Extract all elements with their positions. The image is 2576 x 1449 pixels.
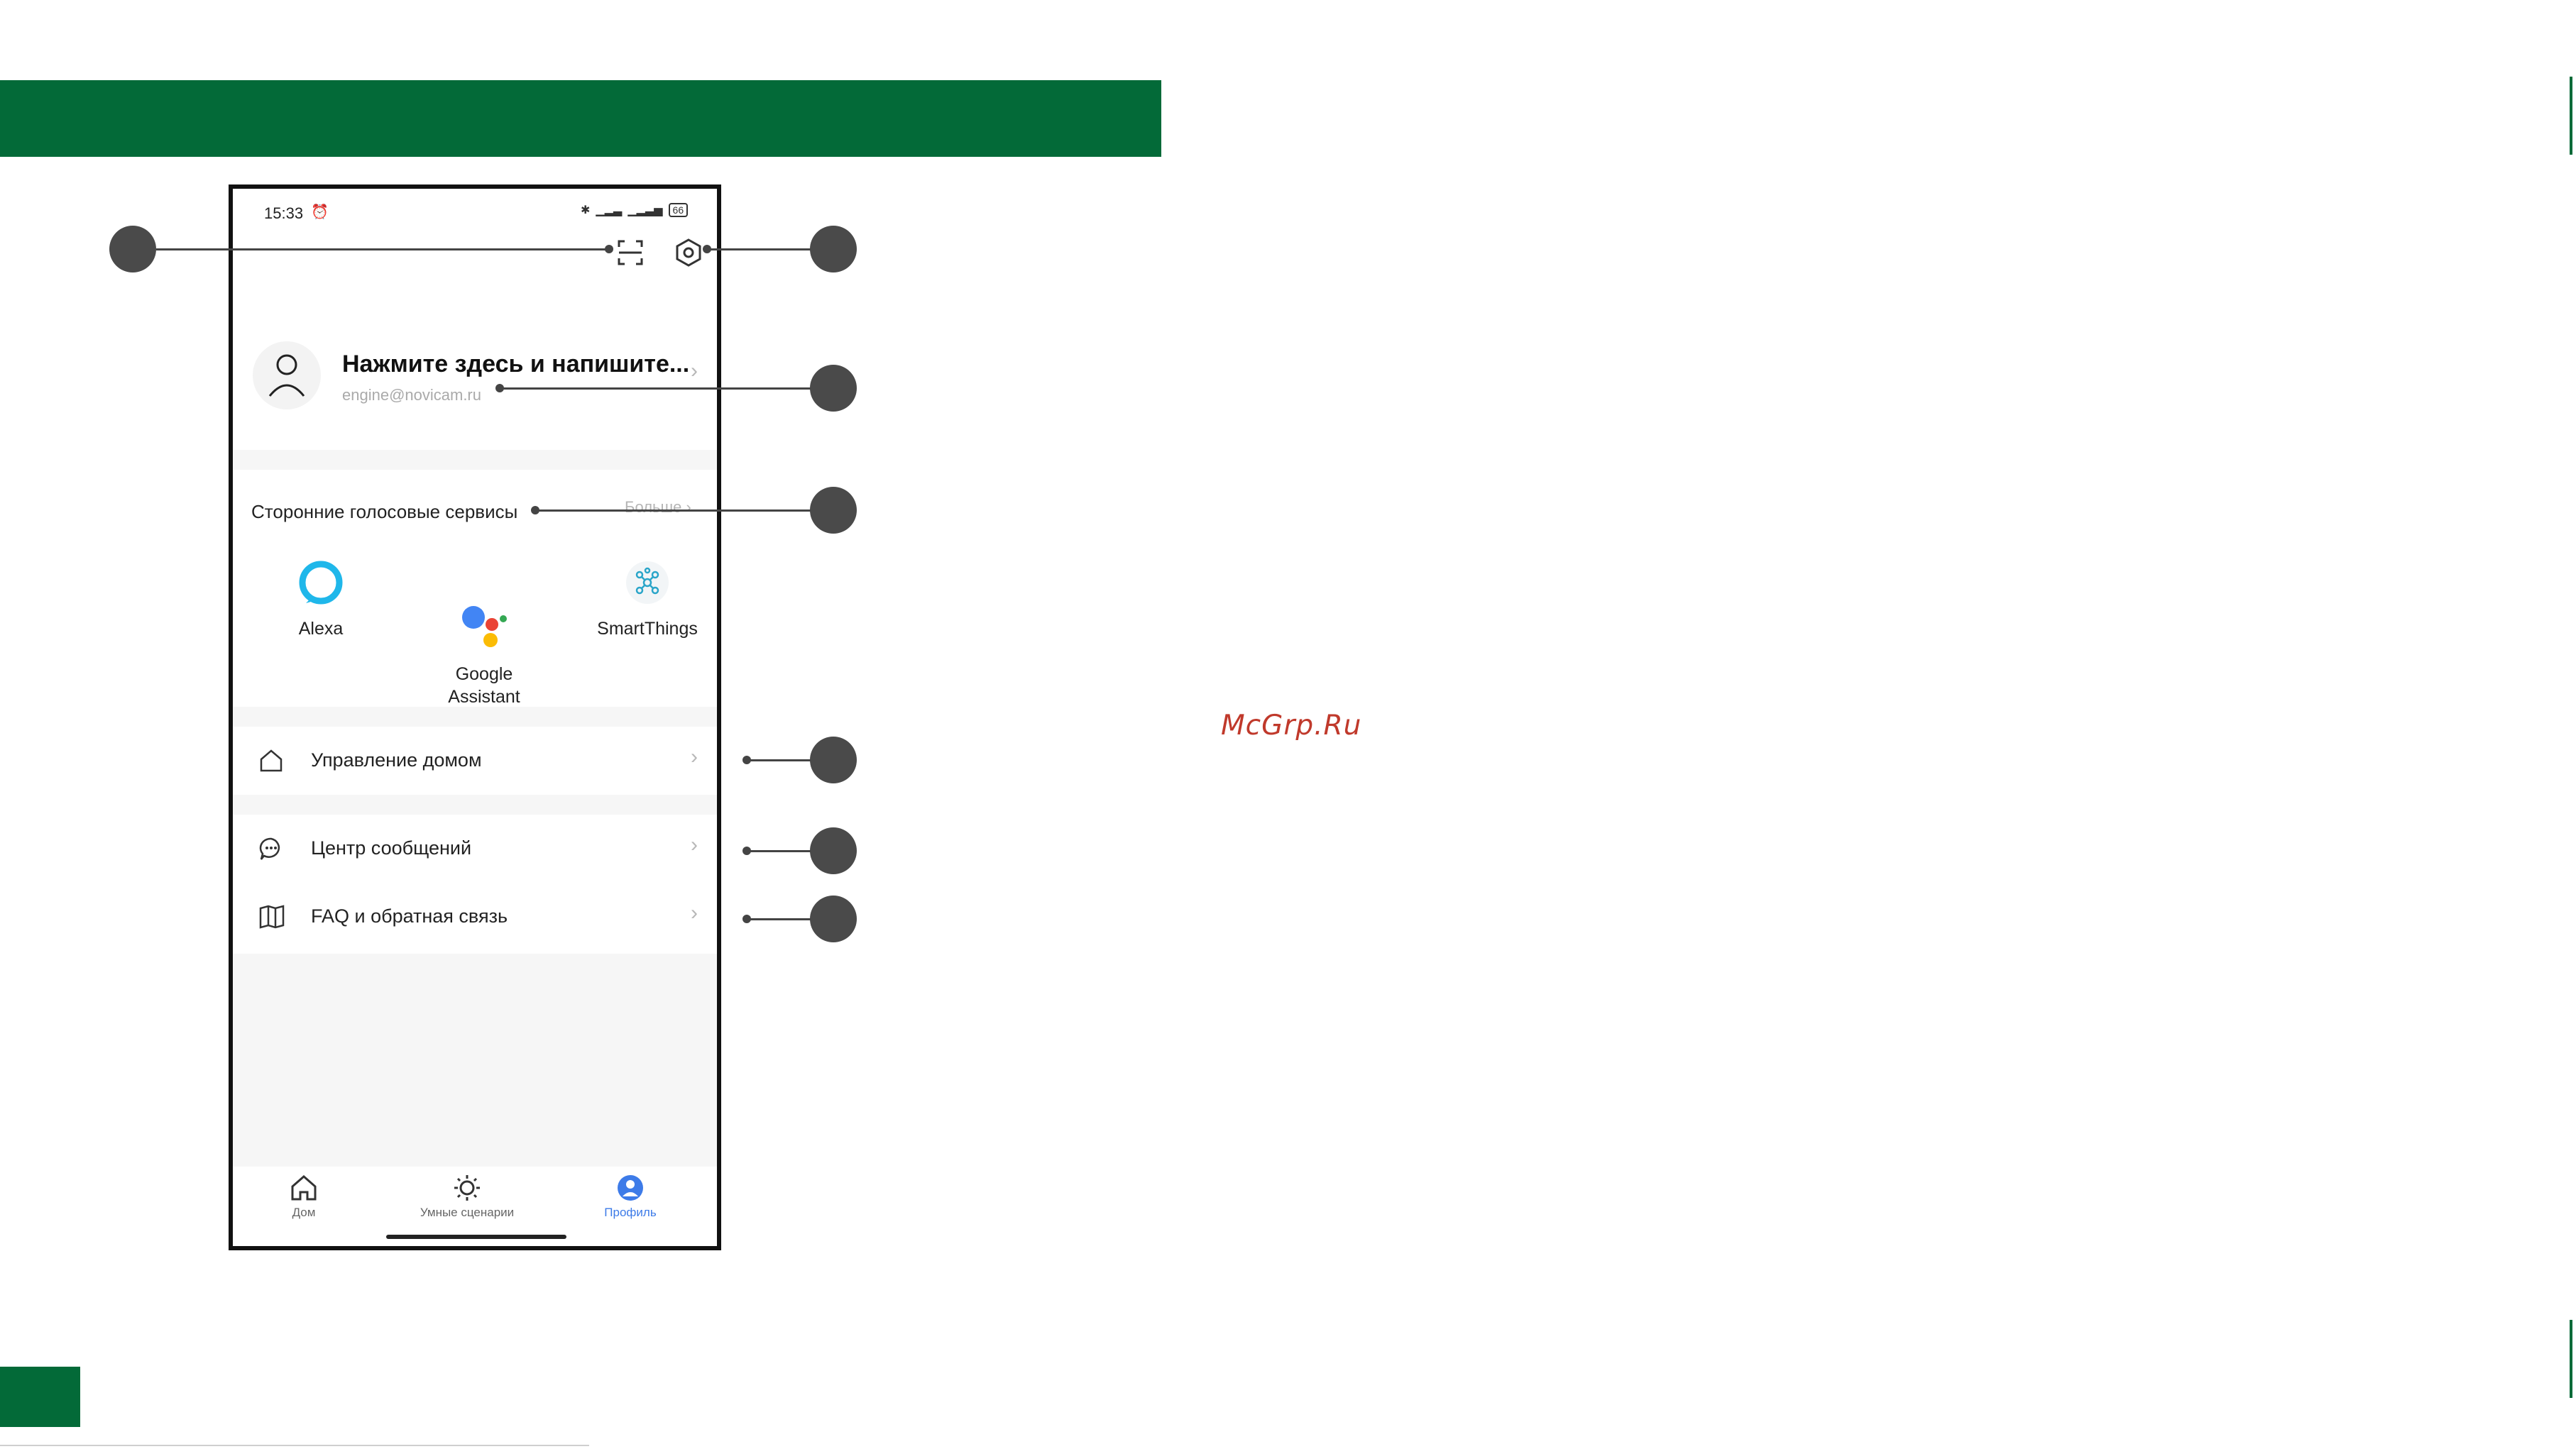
nav-label: Дом bbox=[292, 1206, 316, 1219]
menu-item-label: Центр сообщений bbox=[311, 837, 472, 859]
smartthings-icon bbox=[623, 558, 672, 607]
edge-marker bbox=[2570, 1320, 2572, 1398]
callout-marker bbox=[810, 896, 857, 942]
book-icon bbox=[258, 904, 285, 933]
status-icons: ✱ ▁▂▃ ▁▂▃▅ 66 bbox=[581, 203, 689, 217]
chat-bubble-icon bbox=[258, 836, 284, 865]
service-smartthings[interactable]: SmartThings bbox=[591, 558, 704, 640]
home-icon bbox=[291, 1175, 317, 1201]
footer-block bbox=[0, 1367, 80, 1427]
callout-endpoint bbox=[531, 506, 539, 514]
service-label: Alexa bbox=[298, 619, 344, 639]
nav-label: Профиль bbox=[604, 1206, 657, 1219]
settings-icon[interactable] bbox=[673, 237, 704, 268]
callout-marker bbox=[810, 487, 857, 534]
profile-email: engine@novicam.ru bbox=[342, 386, 481, 404]
profile-name[interactable]: Нажмите здесь и напишите... bbox=[342, 351, 689, 378]
menu-item-message-center[interactable]: Центр сообщений › bbox=[233, 815, 717, 883]
menu-item-label: Управление домом bbox=[311, 749, 482, 771]
edge-marker bbox=[2570, 77, 2572, 155]
scan-icon[interactable] bbox=[616, 238, 645, 267]
menu-item-home-management[interactable]: Управление домом › bbox=[233, 727, 717, 795]
menu-item-faq[interactable]: FAQ и обратная связь › bbox=[233, 883, 717, 954]
section-divider bbox=[233, 795, 717, 815]
callout-marker bbox=[810, 226, 857, 272]
chevron-right-icon: › bbox=[691, 901, 698, 925]
battery-icon: 66 bbox=[668, 203, 689, 217]
callout-leader-line bbox=[156, 248, 609, 250]
callout-endpoint bbox=[742, 915, 751, 923]
callout-leader-line bbox=[707, 248, 811, 250]
footer-divider bbox=[0, 1445, 589, 1446]
callout-leader-line bbox=[535, 509, 811, 512]
callout-endpoint bbox=[703, 245, 711, 253]
nav-tab-home[interactable]: Дом bbox=[233, 1174, 375, 1220]
callout-endpoint bbox=[495, 384, 504, 392]
callout-marker bbox=[810, 737, 857, 783]
more-link[interactable]: Больше › bbox=[625, 498, 691, 517]
nav-tab-smart-scenes[interactable]: Умные сценарии bbox=[396, 1174, 538, 1220]
section-divider bbox=[233, 450, 717, 470]
alarm-icon: ⏰ bbox=[311, 204, 329, 220]
callout-endpoint bbox=[742, 847, 751, 855]
chevron-right-icon: › bbox=[691, 745, 698, 768]
callout-marker bbox=[109, 226, 156, 272]
signal-4g-icon: ▁▂▃ bbox=[596, 204, 623, 216]
callout-leader-line bbox=[500, 387, 811, 390]
signal-icon: ▁▂▃▅ bbox=[627, 204, 663, 216]
callout-endpoint bbox=[742, 756, 751, 764]
voice-services-title: Сторонние голосовые сервисы bbox=[251, 501, 518, 522]
chevron-right-icon: › bbox=[691, 833, 698, 856]
google-assistant-icon bbox=[459, 580, 509, 647]
callout-marker bbox=[810, 827, 857, 874]
home-indicator bbox=[386, 1235, 566, 1239]
home-icon bbox=[258, 748, 284, 777]
profile-icon bbox=[618, 1175, 643, 1201]
callout-leader-line bbox=[747, 850, 811, 852]
watermark: McGrp.Ru bbox=[1221, 710, 1362, 742]
chevron-right-icon: › bbox=[686, 498, 691, 516]
callout-leader-line bbox=[747, 759, 811, 761]
service-label: SmartThings bbox=[597, 619, 698, 639]
service-google-assistant[interactable]: Google Assistant bbox=[427, 558, 541, 731]
callout-leader-line bbox=[747, 918, 811, 920]
menu-item-label: FAQ и обратная связь bbox=[311, 905, 508, 927]
alexa-icon bbox=[296, 558, 346, 607]
callout-endpoint bbox=[605, 245, 613, 253]
phone-screenshot: 15:33 ⏰ ✱ ▁▂▃ ▁▂▃▅ 66 Нажмите здесь и на… bbox=[229, 184, 721, 1250]
service-label: Google Assistant bbox=[448, 664, 520, 707]
sun-icon bbox=[454, 1175, 480, 1201]
nav-label: Умные сценарии bbox=[420, 1206, 515, 1219]
avatar[interactable] bbox=[253, 341, 321, 409]
status-time: 15:33 bbox=[264, 204, 304, 222]
service-alexa[interactable]: Alexa bbox=[264, 558, 378, 640]
chevron-right-icon: › bbox=[691, 359, 698, 382]
nav-tab-profile[interactable]: Профиль bbox=[559, 1174, 701, 1220]
header-banner bbox=[0, 80, 1161, 157]
callout-marker bbox=[810, 365, 857, 412]
more-link-label: Больше bbox=[625, 498, 682, 516]
empty-area bbox=[233, 954, 717, 1167]
bluetooth-icon: ✱ bbox=[581, 204, 591, 216]
section-divider bbox=[233, 707, 717, 727]
